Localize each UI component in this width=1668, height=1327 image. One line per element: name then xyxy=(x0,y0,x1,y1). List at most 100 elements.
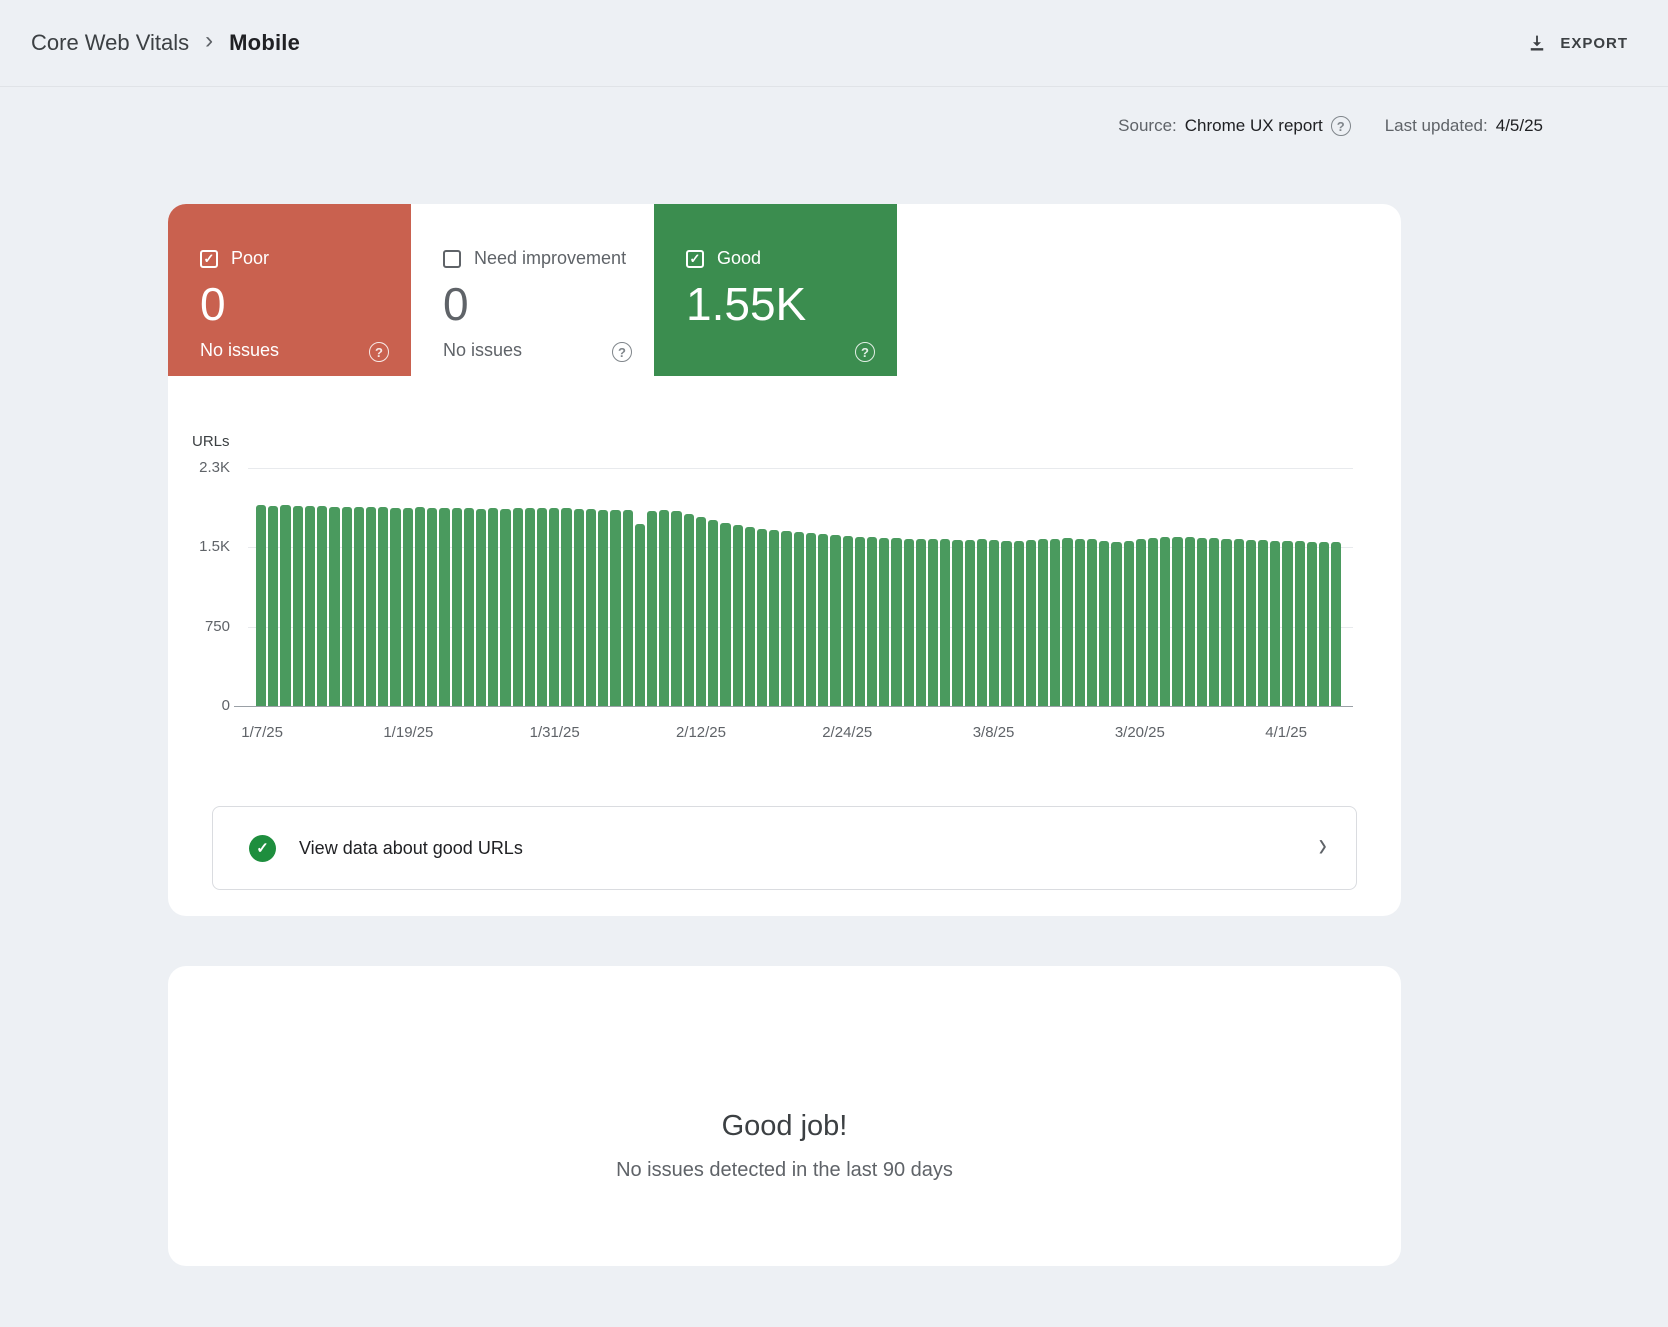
good-job-title: Good job! xyxy=(168,1110,1401,1143)
url-count-bar xyxy=(745,527,755,706)
url-count-bar xyxy=(708,520,718,706)
url-count-bar xyxy=(317,506,327,706)
url-count-bar xyxy=(574,509,584,706)
url-count-bar xyxy=(513,508,523,706)
url-count-bar xyxy=(733,525,743,706)
url-count-bar xyxy=(965,540,975,706)
url-count-bar xyxy=(1197,538,1207,706)
urls-bar-chart[interactable] xyxy=(256,468,1341,706)
chevron-right-icon: › xyxy=(1318,828,1326,862)
good-status-check-icon: ✓ xyxy=(249,835,276,862)
status-card-poor[interactable]: ✓ Poor 0 No issues ? xyxy=(168,204,411,376)
url-count-bar xyxy=(684,514,694,707)
last-updated-value: 4/5/25 xyxy=(1496,116,1543,136)
url-count-bar xyxy=(403,508,413,706)
url-count-bar xyxy=(415,507,425,706)
url-count-bar xyxy=(1124,541,1134,707)
export-label: EXPORT xyxy=(1560,35,1628,52)
breadcrumb-core-web-vitals[interactable]: Core Web Vitals xyxy=(31,30,189,56)
checkmark-icon: ✓ xyxy=(690,252,701,265)
url-count-bar xyxy=(439,508,449,706)
x-tick-label: 1/19/25 xyxy=(348,724,468,741)
y-tick-label: 0 xyxy=(168,696,230,716)
x-tick-label: 2/24/25 xyxy=(787,724,907,741)
url-count-bar xyxy=(464,508,474,706)
url-count-bar xyxy=(1026,540,1036,706)
no-issues-card: Good job! No issues detected in the last… xyxy=(168,966,1401,1266)
url-count-bar xyxy=(525,508,535,706)
source-value: Chrome UX report xyxy=(1185,116,1323,136)
report-meta: Source: Chrome UX report ? Last updated:… xyxy=(1118,116,1543,136)
x-tick-label: 3/20/25 xyxy=(1080,724,1200,741)
url-count-bar xyxy=(1087,539,1097,706)
url-count-bar xyxy=(1099,541,1109,706)
url-count-bar xyxy=(268,506,278,706)
url-count-bar xyxy=(610,510,620,706)
x-tick-label: 2/12/25 xyxy=(641,724,761,741)
download-icon xyxy=(1526,32,1548,54)
url-count-bar xyxy=(1062,538,1072,706)
x-tick-label: 4/1/25 xyxy=(1226,724,1346,741)
url-count-bar xyxy=(488,508,498,706)
url-count-bar xyxy=(366,507,376,706)
url-count-bar xyxy=(671,511,681,706)
chevron-right-icon: › xyxy=(205,29,213,53)
url-count-bar xyxy=(354,507,364,706)
good-count: 1.55K xyxy=(686,279,897,330)
url-count-bar xyxy=(598,510,608,706)
need-improvement-help-icon[interactable]: ? xyxy=(612,342,632,362)
last-updated-label: Last updated: xyxy=(1385,116,1488,136)
poor-label: Poor xyxy=(231,248,269,269)
good-label: Good xyxy=(717,248,761,269)
good-checkbox[interactable]: ✓ xyxy=(686,250,704,268)
url-count-bar xyxy=(1001,541,1011,707)
url-count-bar xyxy=(427,508,437,706)
good-help-icon[interactable]: ? xyxy=(855,342,875,362)
view-good-urls-label: View data about good URLs xyxy=(299,838,523,859)
url-count-bar xyxy=(647,511,657,706)
status-card-good[interactable]: ✓ Good 1.55K ? xyxy=(654,204,897,376)
url-count-bar xyxy=(549,508,559,706)
url-count-bar xyxy=(1258,540,1268,706)
good-job-subtitle: No issues detected in the last 90 days xyxy=(168,1159,1401,1182)
url-count-bar xyxy=(659,510,669,706)
status-card-need-improvement[interactable]: Need improvement 0 No issues ? xyxy=(411,204,654,376)
url-count-bar xyxy=(329,507,339,706)
y-tick-label: 750 xyxy=(168,617,230,637)
need-improvement-checkbox[interactable] xyxy=(443,250,461,268)
poor-help-icon[interactable]: ? xyxy=(369,342,389,362)
url-count-bar xyxy=(623,510,633,706)
url-count-bar xyxy=(916,539,926,706)
url-count-bar xyxy=(830,535,840,706)
url-count-bar xyxy=(1234,539,1244,706)
url-count-bar xyxy=(378,507,388,706)
url-count-bar xyxy=(1136,539,1146,706)
url-count-bar xyxy=(500,509,510,706)
url-count-bar xyxy=(843,536,853,706)
source-help-icon[interactable]: ? xyxy=(1331,116,1351,136)
y-tick-label: 1.5K xyxy=(168,537,230,557)
url-count-bar xyxy=(855,537,865,706)
url-count-bar xyxy=(1050,539,1060,706)
export-button[interactable]: EXPORT xyxy=(1526,32,1628,54)
url-count-bar xyxy=(1209,538,1219,706)
url-count-bar xyxy=(1172,537,1182,706)
url-count-bar xyxy=(1221,539,1231,706)
url-count-bar xyxy=(757,529,767,706)
source-label: Source: xyxy=(1118,116,1177,136)
url-count-bar xyxy=(1319,542,1329,706)
view-good-urls-row[interactable]: ✓ View data about good URLs › xyxy=(212,806,1357,890)
url-count-bar xyxy=(1038,539,1048,706)
poor-checkbox[interactable]: ✓ xyxy=(200,250,218,268)
url-count-bar xyxy=(635,524,645,706)
url-count-bar xyxy=(1014,541,1024,707)
url-count-bar xyxy=(1075,539,1085,706)
need-improvement-count: 0 xyxy=(443,279,654,330)
y-axis-title: URLs xyxy=(192,433,230,450)
url-count-bar xyxy=(1270,541,1280,707)
url-count-bar xyxy=(1295,541,1305,706)
url-count-bar xyxy=(940,539,950,706)
url-count-bar xyxy=(452,508,462,706)
page-header: Core Web Vitals › Mobile EXPORT xyxy=(0,0,1668,87)
checkmark-icon: ✓ xyxy=(204,252,215,265)
